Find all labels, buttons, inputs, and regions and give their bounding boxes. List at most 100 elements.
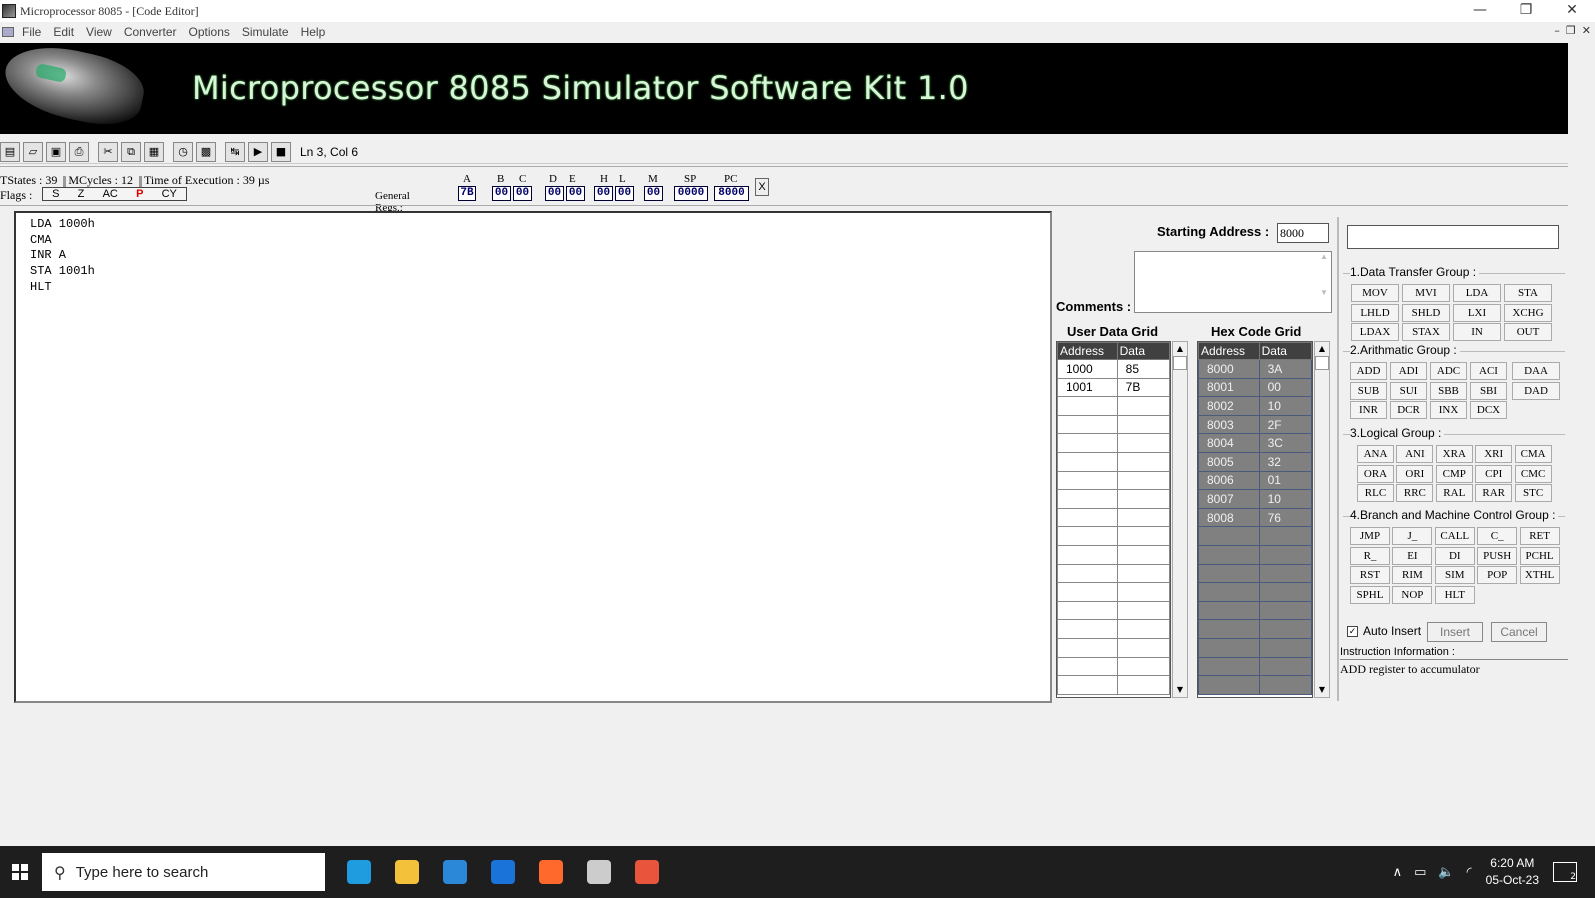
user-grid-cell-address[interactable]	[1057, 433, 1118, 453]
scroll-thumb[interactable]	[1173, 356, 1187, 370]
user-grid-cell-address[interactable]	[1057, 544, 1118, 565]
instr-button-sbi[interactable]: SBI	[1470, 381, 1507, 400]
user-grid-cell-data[interactable]	[1116, 414, 1170, 435]
mdi-close-button[interactable]: ✕	[1582, 24, 1591, 37]
stop-icon[interactable]: ■	[271, 141, 291, 162]
checkmark-icon[interactable]: ✓	[1347, 625, 1358, 637]
user-grid-row[interactable]	[1057, 470, 1170, 491]
chevron-up-icon[interactable]: ∧	[1393, 865, 1403, 880]
user-grid-cell-data[interactable]	[1116, 675, 1170, 695]
instr-button-hlt[interactable]: HLT	[1434, 586, 1475, 605]
user-grid-row[interactable]	[1057, 637, 1170, 658]
instr-button-nop[interactable]: NOP	[1392, 586, 1433, 605]
hex-grid-cell-address[interactable]: 8007	[1198, 489, 1260, 509]
user-grid-cell-data[interactable]: 7B	[1116, 377, 1170, 398]
taskbar-app[interactable]	[575, 851, 623, 893]
hex-grid-row[interactable]	[1198, 544, 1312, 565]
instr-button-ldax[interactable]: LDAX	[1351, 323, 1399, 342]
hex-grid-cell-data[interactable]	[1258, 582, 1312, 602]
user-grid-cell-address[interactable]	[1057, 489, 1118, 509]
hex-grid-cell-data[interactable]	[1258, 656, 1312, 677]
instr-button-rlc[interactable]: RLC	[1357, 484, 1394, 503]
hex-grid-cell-address[interactable]	[1198, 544, 1260, 565]
copy-icon[interactable]: ⧉	[121, 141, 141, 162]
user-grid-row[interactable]	[1057, 433, 1170, 453]
user-grid-row[interactable]: 1001 7B	[1057, 377, 1170, 398]
comments-scrollbar[interactable]: ▲ ▼	[1317, 252, 1331, 312]
instr-button-j-[interactable]: J_	[1392, 527, 1433, 545]
print-icon[interactable]: ⎙	[69, 141, 89, 162]
user-grid-row[interactable]: 1000 85	[1057, 359, 1170, 379]
hex-grid-cell-address[interactable]	[1198, 675, 1260, 695]
instr-button-rrc[interactable]: RRC	[1396, 484, 1434, 503]
user-grid-cell-address[interactable]	[1057, 526, 1118, 546]
hex-grid-row[interactable]: 8000 3A	[1198, 359, 1312, 379]
hex-grid-cell-address[interactable]: 8001	[1198, 377, 1260, 398]
hex-grid-cell-address[interactable]	[1198, 582, 1260, 602]
instr-button-rar[interactable]: RAR	[1475, 484, 1513, 503]
instr-button-sphl[interactable]: SPHL	[1350, 586, 1390, 605]
user-grid-cell-data[interactable]	[1116, 563, 1170, 584]
user-grid-cell-data[interactable]	[1116, 600, 1170, 621]
user-grid-cell-data[interactable]	[1116, 544, 1170, 565]
user-grid-cell-address[interactable]	[1057, 600, 1118, 621]
hex-grid-cell-address[interactable]: 8006	[1198, 470, 1260, 491]
scroll-down-arrow-icon[interactable]: ▼	[1315, 683, 1329, 697]
instr-button-lda[interactable]: LDA	[1453, 284, 1501, 302]
hex-grid-cell-data[interactable]	[1258, 675, 1312, 695]
hex-grid-row[interactable]: 8002 10	[1198, 396, 1312, 416]
user-grid-cell-address[interactable]	[1057, 451, 1118, 472]
hex-grid-row[interactable]: 8005 32	[1198, 451, 1312, 472]
hex-grid-cell-data[interactable]	[1258, 563, 1312, 584]
instr-button-di[interactable]: DI	[1434, 546, 1475, 565]
hex-grid-cell-data[interactable]	[1258, 637, 1312, 658]
user-grid-cell-address[interactable]	[1057, 637, 1118, 658]
taskbar-app[interactable]	[623, 851, 671, 893]
hex-grid-row[interactable]: 8001 00	[1198, 377, 1312, 398]
taskbar-app[interactable]	[527, 851, 575, 893]
hex-grid-cell-data[interactable]	[1258, 526, 1312, 546]
instr-button-xra[interactable]: XRA	[1435, 445, 1473, 463]
volume-icon[interactable]: 🔈	[1438, 865, 1454, 880]
instr-button-in[interactable]: IN	[1453, 323, 1501, 342]
hex-grid-row[interactable]: 8003 2F	[1198, 414, 1312, 435]
hex-grid-row[interactable]: 8004 3C	[1198, 433, 1312, 453]
user-grid-cell-address[interactable]	[1057, 563, 1118, 584]
hex-col-address[interactable]: Address	[1198, 342, 1260, 360]
run-icon[interactable]: ▶	[248, 141, 268, 162]
close-registers-button[interactable]: X	[755, 178, 769, 196]
hex-grid-cell-data[interactable]: 10	[1258, 489, 1312, 509]
hex-grid-cell-data[interactable]: 3C	[1258, 433, 1312, 453]
mdi-document-icon[interactable]	[2, 27, 14, 37]
hex-grid-cell-address[interactable]	[1198, 656, 1260, 677]
instr-button-dad[interactable]: DAD	[1512, 382, 1560, 400]
menu-view[interactable]: View	[86, 25, 112, 39]
taskbar-app[interactable]	[479, 851, 527, 893]
hex-grid-cell-address[interactable]: 8003	[1198, 414, 1260, 435]
instr-button-stax[interactable]: STAX	[1402, 323, 1450, 342]
mdi-restore-button[interactable]: ❐	[1566, 24, 1576, 37]
insert-button[interactable]: Insert	[1427, 622, 1483, 642]
user-grid-cell-address[interactable]	[1057, 675, 1118, 695]
instr-button-rim[interactable]: RIM	[1392, 566, 1433, 585]
memory-icon[interactable]: ▩	[196, 141, 216, 162]
cancel-button[interactable]: Cancel	[1491, 622, 1547, 642]
instr-button-xri[interactable]: XRI	[1475, 445, 1513, 463]
hex-grid-cell-address[interactable]	[1198, 637, 1260, 658]
instr-button-sta[interactable]: STA	[1504, 284, 1552, 302]
instr-button-dcr[interactable]: DCR	[1390, 401, 1427, 420]
scroll-thumb[interactable]	[1315, 356, 1329, 370]
user-grid-cell-address[interactable]	[1057, 470, 1118, 491]
user-grid-cell-data[interactable]	[1116, 507, 1170, 528]
user-grid-row[interactable]	[1057, 544, 1170, 565]
user-grid-row[interactable]	[1057, 619, 1170, 639]
user-grid-cell-data[interactable]	[1116, 396, 1170, 416]
user-grid-cell-address[interactable]: 1000	[1057, 359, 1118, 379]
menu-converter[interactable]: Converter	[124, 25, 177, 39]
instr-button-cma[interactable]: CMA	[1514, 445, 1552, 463]
code-editor[interactable]: LDA 1000h CMA INR A STA 1001h HLT	[14, 211, 1052, 703]
hex-grid-cell-data[interactable]: 2F	[1258, 414, 1312, 435]
user-grid-row[interactable]	[1057, 451, 1170, 472]
user-grid-cell-address[interactable]: 1001	[1057, 377, 1118, 398]
menu-edit[interactable]: Edit	[53, 25, 74, 39]
